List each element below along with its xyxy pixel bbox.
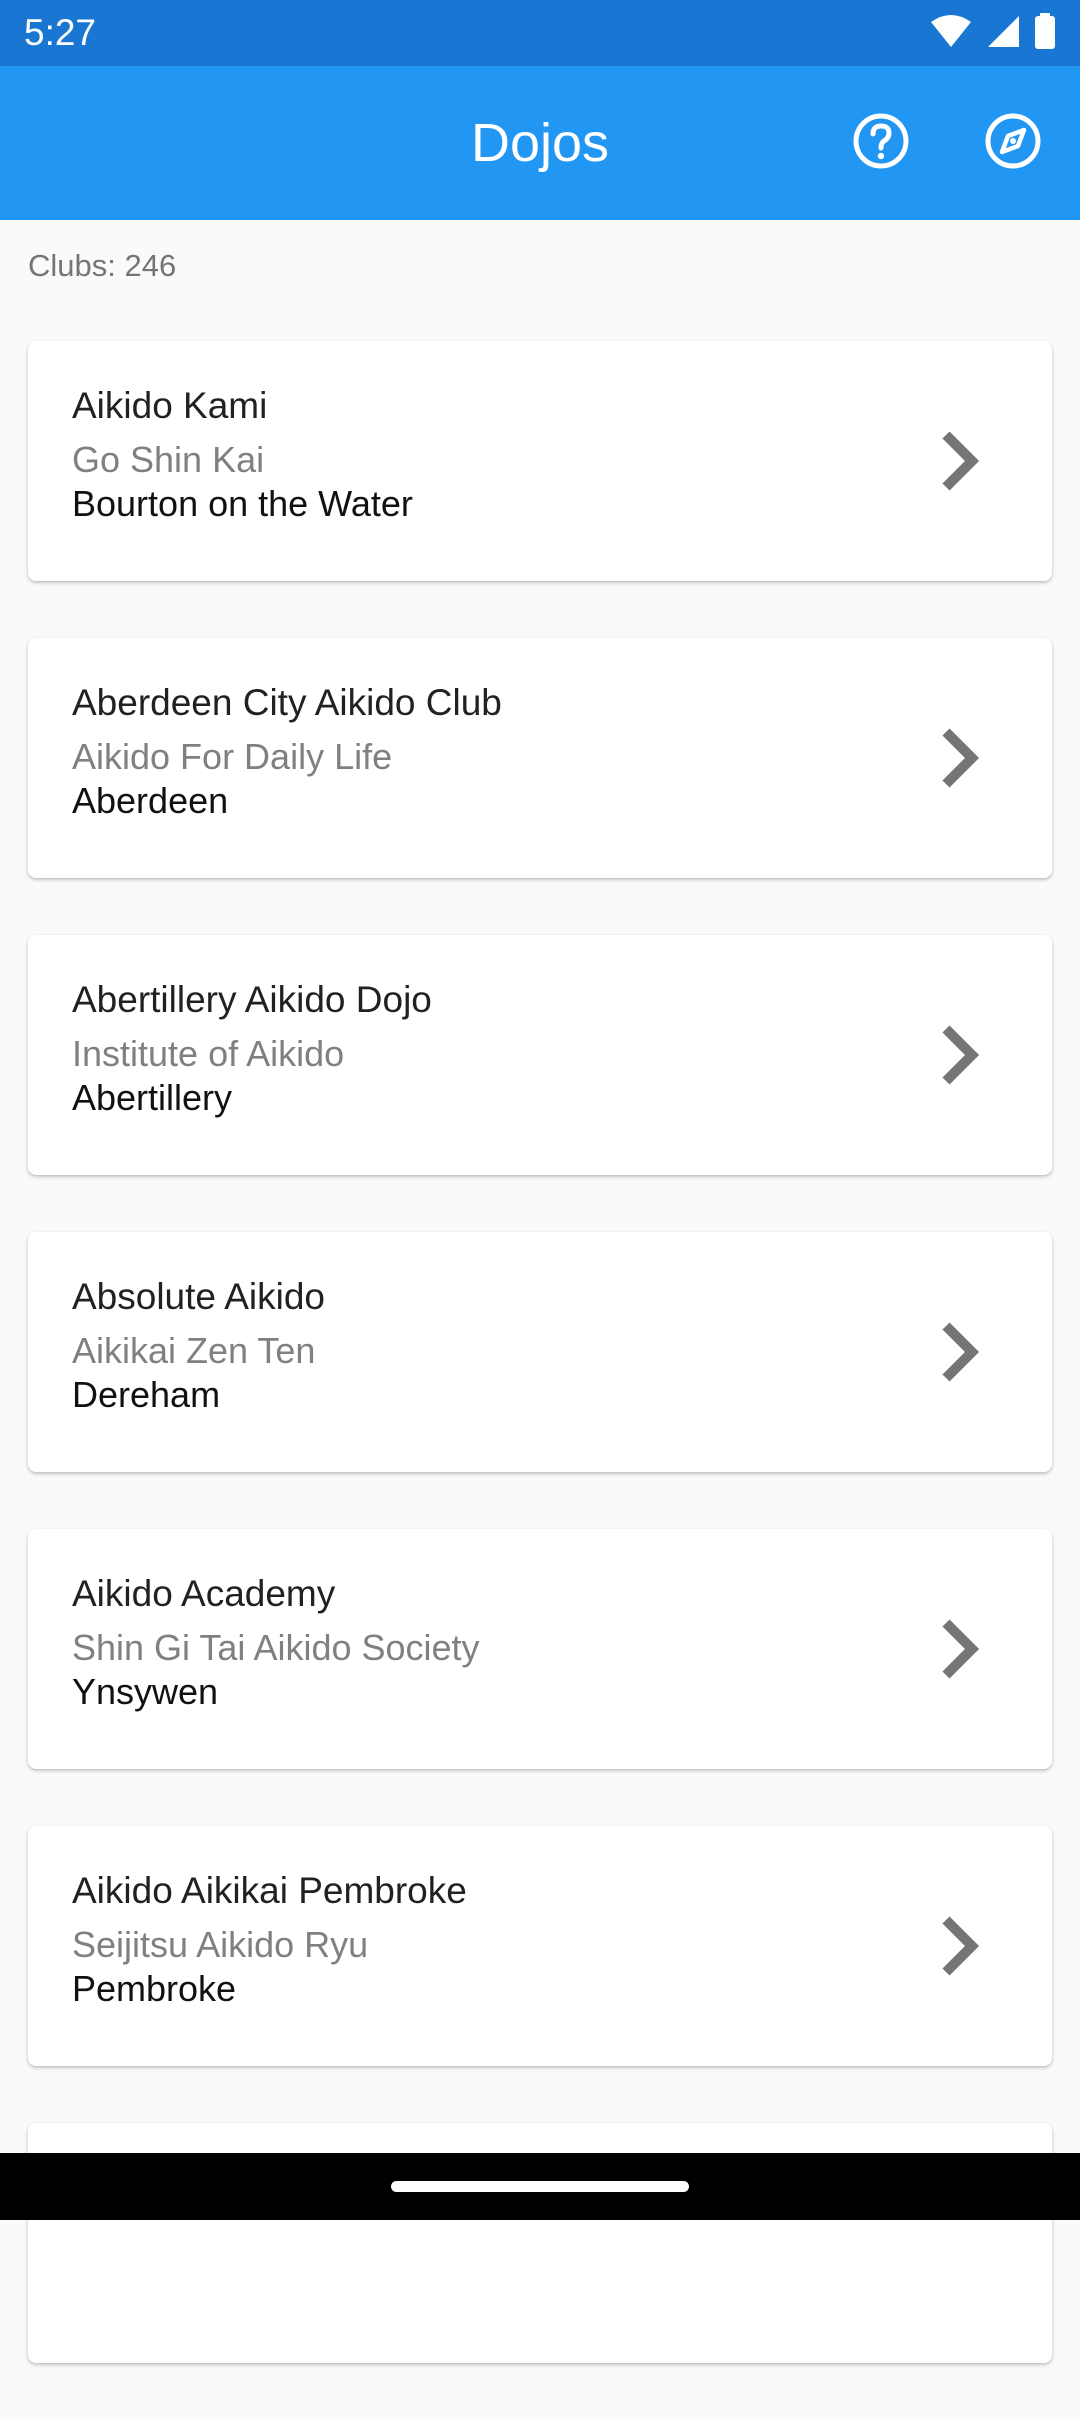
club-card[interactable]: Absolute Aikido Aikikai Zen Ten Dereham [28,1232,1052,1472]
club-list: Aikido Kami Go Shin Kai Bourton on the W… [0,341,1080,2420]
club-name: Aikido Academy [72,1573,336,1614]
club-card[interactable]: Abertillery Aikido Dojo Institute of Aik… [28,935,1052,1175]
club-card[interactable]: Aberdeen City Aikido Club Aikido For Dai… [28,638,1052,878]
page-title: Dojos [470,113,610,173]
club-name: Aikido Aikikai Pembroke [72,1870,467,1911]
compass-icon [983,111,1043,176]
battery-icon [1034,12,1056,54]
navigation-bar [0,2153,1080,2220]
help-button[interactable] [846,108,916,178]
club-card[interactable]: Aikido Aikikai Pembroke Seijitsu Aikido … [28,1826,1052,2066]
club-card[interactable]: Aikido Kami Go Shin Kai Bourton on the W… [28,341,1052,581]
club-organization: Institute of Aikido [72,1033,345,1074]
club-name: Absolute Aikido [72,1276,326,1317]
compass-button[interactable] [978,108,1048,178]
chevron-right-icon [942,1619,980,1679]
status-bar: 5:27 [0,0,1080,66]
club-organization: Aikikai Zen Ten [72,1330,316,1371]
chevron-right-icon [942,431,980,491]
chevron-right-icon [942,1025,980,1085]
status-icons [930,0,1056,66]
help-icon [851,111,911,176]
club-town: Dereham [72,1374,221,1415]
club-organization: Go Shin Kai [72,439,265,480]
club-town: Aberdeen [72,780,229,821]
club-organization: Shin Gi Tai Aikido Society [72,1627,480,1668]
chevron-right-icon [942,1916,980,1976]
club-town: Bourton on the Water [72,483,413,524]
club-name: Aikido Kami [72,385,268,426]
club-organization: Aikido For Daily Life [72,736,393,777]
club-card[interactable]: Aikido Academy Shin Gi Tai Aikido Societ… [28,1529,1052,1769]
club-name: Abertillery Aikido Dojo [72,979,432,1020]
club-name: Aberdeen City Aikido Club [72,682,502,723]
status-time: 5:27 [24,12,97,53]
club-organization: Seijitsu Aikido Ryu [72,1924,369,1965]
app-bar: Dojos [0,66,1080,220]
home-gesture-handle[interactable] [391,2181,689,2192]
wifi-icon [930,14,972,53]
club-town: Pembroke [72,1968,237,2009]
club-town: Ynsywen [72,1671,219,1712]
club-town: Abertillery [72,1077,233,1118]
signal-icon [986,14,1020,53]
chevron-right-icon [942,1322,980,1382]
clubs-count: Clubs: 246 [28,248,177,283]
chevron-right-icon [942,728,980,788]
